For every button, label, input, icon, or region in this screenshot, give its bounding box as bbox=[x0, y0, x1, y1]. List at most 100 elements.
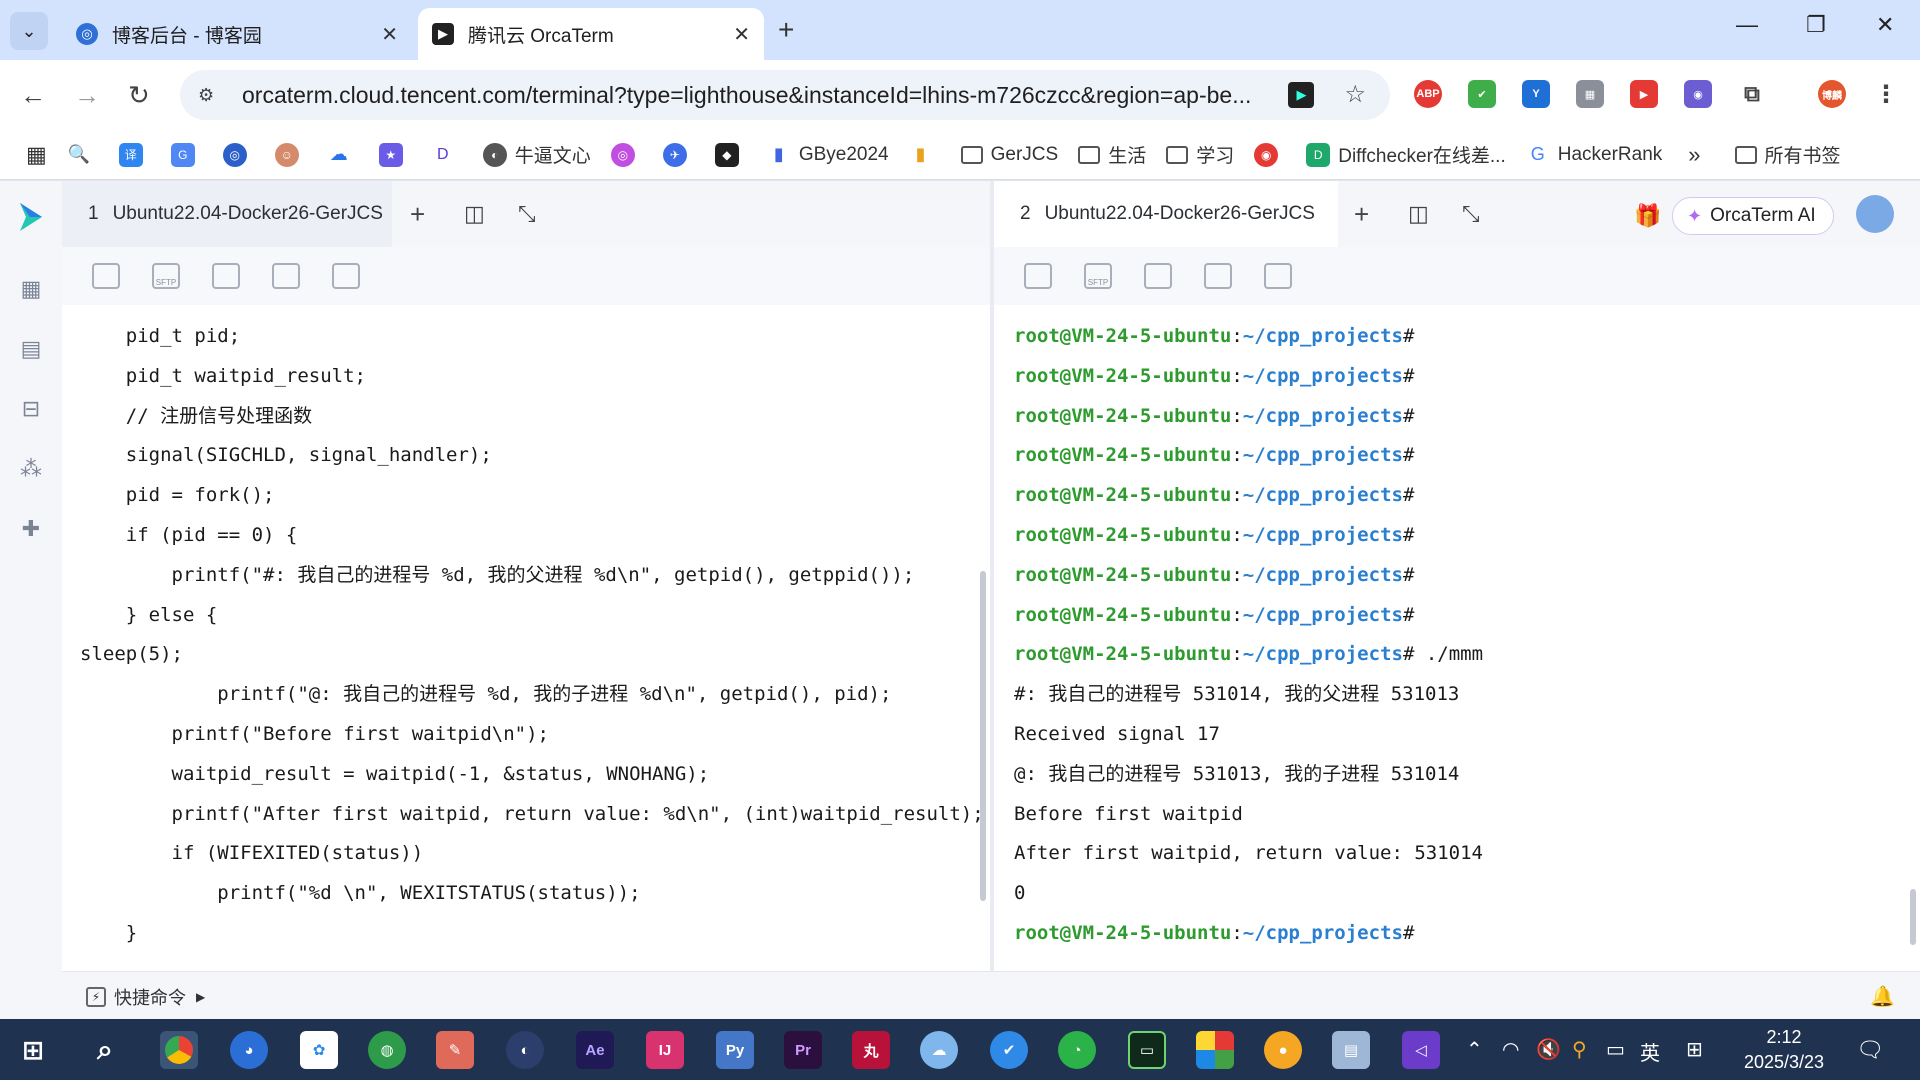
globe-app-icon[interactable]: ◍ bbox=[368, 1031, 406, 1069]
profile-avatar[interactable]: 博麟 bbox=[1818, 80, 1846, 108]
sftp-icon[interactable]: SFTP bbox=[152, 263, 180, 289]
key-icon[interactable]: ⚲ bbox=[1572, 1037, 1587, 1062]
sftp-icon[interactable]: SFTP bbox=[1084, 263, 1112, 289]
terminal-app-icon[interactable]: ▭ bbox=[1128, 1031, 1166, 1069]
bell-icon[interactable]: 🔔 bbox=[1870, 984, 1895, 1009]
close-icon[interactable]: ✕ bbox=[381, 22, 398, 47]
address-bar[interactable]: ⚙ orcaterm.cloud.tencent.com/terminal?ty… bbox=[180, 70, 1390, 120]
reload-icon[interactable]: ↻ bbox=[128, 80, 150, 111]
transfer-icon[interactable] bbox=[212, 263, 240, 289]
plugin-icon[interactable]: ✚ bbox=[17, 515, 45, 543]
user-avatar[interactable] bbox=[1856, 195, 1894, 233]
color-app-icon[interactable] bbox=[1196, 1031, 1234, 1069]
bookmark-hackerrank[interactable]: G HackerRank bbox=[1525, 142, 1662, 167]
terminal-output-left[interactable]: pid_t pid; pid_t waitpid_result; // 注册信号… bbox=[62, 305, 990, 971]
search-icon[interactable]: ⌕ bbox=[86, 1031, 124, 1069]
eclipse-icon[interactable]: ◐ bbox=[506, 1031, 544, 1069]
orcaterm-app-icon[interactable]: ▶ bbox=[1288, 81, 1315, 108]
windows-start-icon[interactable]: ⊞ bbox=[14, 1031, 52, 1069]
browser-tab-cnblogs[interactable]: ◎ 博客后台 - 博客园 ✕ bbox=[62, 8, 412, 60]
restore-icon[interactable]: ❐ bbox=[1806, 12, 1826, 38]
keyboard-layout-icon[interactable]: ⊞ bbox=[1686, 1037, 1703, 1062]
wechat-icon[interactable]: ◔ bbox=[1058, 1031, 1096, 1069]
expand-icon[interactable]: ⤡ bbox=[1462, 201, 1480, 227]
bookmark-cnblogs[interactable]: ◎ bbox=[222, 142, 255, 167]
star-icon[interactable]: ☆ bbox=[1344, 80, 1366, 109]
python-icon[interactable]: Py bbox=[716, 1031, 754, 1069]
screenshot-extension-icon[interactable]: ◉ bbox=[1684, 80, 1712, 108]
notification-icon[interactable]: 🗨 bbox=[1856, 1037, 1884, 1063]
bookmark-niubi-wenxin[interactable]: ◐ 牛逼文心 bbox=[482, 141, 591, 168]
terminal-output-right[interactable]: root@VM-24-5-ubuntu:~/cpp_projects# root@… bbox=[994, 305, 1920, 971]
terminal-tab-1[interactable]: 1 Ubuntu22.04-Docker26-GerJCS bbox=[62, 181, 392, 247]
system-clock[interactable]: 2:12 2025/3/23 bbox=[1736, 1025, 1832, 1075]
bookmark-cube[interactable]: ◆ bbox=[714, 142, 747, 167]
bookmark-google-translate[interactable]: G bbox=[170, 142, 203, 167]
scrollbar-thumb[interactable] bbox=[980, 571, 986, 901]
check-app-icon[interactable]: ✔ bbox=[990, 1031, 1028, 1069]
bookmark-purple[interactable]: ★ bbox=[378, 142, 411, 167]
ime-indicator[interactable]: 英 bbox=[1640, 1037, 1660, 1066]
bookmark-d[interactable]: D bbox=[430, 142, 463, 167]
bookmark-bird[interactable]: ✈ bbox=[662, 142, 695, 167]
drawing-app-icon[interactable]: ✎ bbox=[436, 1031, 474, 1069]
extension-y-icon[interactable]: Y bbox=[1522, 80, 1550, 108]
firefox-icon[interactable]: ◕ bbox=[230, 1031, 268, 1069]
bookmark-chart[interactable]: ▮ bbox=[908, 142, 941, 167]
tray-chevron-up-icon[interactable]: ⌃ bbox=[1466, 1037, 1483, 1062]
extension-puzzle2-icon[interactable]: ▦ bbox=[1576, 80, 1604, 108]
bookmark-gbye2024[interactable]: ▮ GBye2024 bbox=[766, 142, 889, 167]
visual-studio-icon[interactable]: ◁ bbox=[1402, 1031, 1440, 1069]
battery-icon[interactable]: ▭ bbox=[1606, 1037, 1625, 1062]
premiere-icon[interactable]: Pr bbox=[784, 1031, 822, 1069]
window-close-icon[interactable]: ✕ bbox=[1876, 12, 1894, 38]
site-info-icon[interactable]: ⚙ bbox=[198, 85, 228, 106]
cloud-app-icon[interactable]: ☁ bbox=[920, 1031, 958, 1069]
app-cluster-icon[interactable]: ✿ bbox=[300, 1031, 338, 1069]
bookmark-folder-study[interactable]: 学习 bbox=[1166, 141, 1234, 168]
minimize-icon[interactable]: — bbox=[1736, 12, 1758, 38]
url-text[interactable]: orcaterm.cloud.tencent.com/terminal?type… bbox=[242, 82, 1302, 109]
quick-commands-button[interactable]: ⚡ 快捷命令 ▶ bbox=[86, 984, 205, 1010]
bookmark-diffchecker[interactable]: D Diffchecker在线差... bbox=[1306, 141, 1506, 168]
scrollbar-thumb[interactable] bbox=[1910, 889, 1916, 945]
add-tab-icon[interactable]: + bbox=[410, 199, 425, 230]
video-extension-icon[interactable]: ▶ bbox=[1630, 80, 1658, 108]
speaker-muted-icon[interactable]: 🔇 bbox=[1536, 1037, 1561, 1062]
orcaterm-ai-button[interactable]: ✦ OrcaTerm AI bbox=[1672, 197, 1834, 235]
bookmark-avatar[interactable]: ☺ bbox=[274, 142, 307, 167]
code-icon[interactable] bbox=[92, 263, 120, 289]
monitor-icon[interactable] bbox=[332, 263, 360, 289]
terminal-record-icon[interactable] bbox=[272, 263, 300, 289]
adblock-icon[interactable]: ABP bbox=[1414, 80, 1442, 108]
forward-icon[interactable]: → bbox=[74, 80, 100, 111]
extensions-puzzle-icon[interactable]: ⧉ bbox=[1738, 80, 1766, 108]
bookmark-robot[interactable]: ◉ bbox=[1254, 142, 1286, 167]
add-tab-icon[interactable]: + bbox=[1354, 199, 1369, 230]
tab-search-button[interactable]: ⌄ bbox=[10, 12, 48, 50]
bookmark-cloud[interactable]: ☁ bbox=[326, 142, 359, 167]
apps-grid-icon[interactable]: ▦ bbox=[26, 142, 47, 168]
more-bookmarks-icon[interactable]: » bbox=[1688, 142, 1700, 168]
chrome-icon[interactable] bbox=[160, 1031, 198, 1069]
server-icon[interactable]: ▤ bbox=[17, 335, 45, 363]
folder-app-icon[interactable]: ▤ bbox=[1332, 1031, 1370, 1069]
orange-app-icon[interactable]: ● bbox=[1264, 1031, 1302, 1069]
bookmark-translate[interactable]: 译 bbox=[118, 142, 151, 167]
expand-icon[interactable]: ⤡ bbox=[518, 201, 536, 227]
bookmark-folder-life[interactable]: 生活 bbox=[1078, 141, 1146, 168]
wifi-icon[interactable]: ◠ bbox=[1502, 1037, 1519, 1062]
terminal-record-icon[interactable] bbox=[1204, 263, 1232, 289]
bookmark-folder-gerjcs[interactable]: GerJCS bbox=[960, 144, 1058, 166]
split-view-icon[interactable]: ◫ bbox=[1408, 201, 1429, 227]
new-tab-button[interactable]: + bbox=[778, 14, 794, 46]
split-view-icon[interactable]: ◫ bbox=[464, 201, 485, 227]
gift-icon[interactable]: 🎁 bbox=[1634, 203, 1661, 229]
browser-tab-orcaterm[interactable]: ▶ 腾讯云 OrcaTerm ✕ bbox=[418, 8, 764, 60]
share-nodes-icon[interactable]: ⁂ bbox=[17, 455, 45, 483]
monitor-icon[interactable] bbox=[1264, 263, 1292, 289]
close-icon[interactable]: ✕ bbox=[733, 22, 750, 47]
after-effects-icon[interactable]: Ae bbox=[576, 1031, 614, 1069]
all-bookmarks[interactable]: 所有书签 bbox=[1734, 141, 1841, 168]
bookmark-swirl[interactable]: ◎ bbox=[610, 142, 643, 167]
